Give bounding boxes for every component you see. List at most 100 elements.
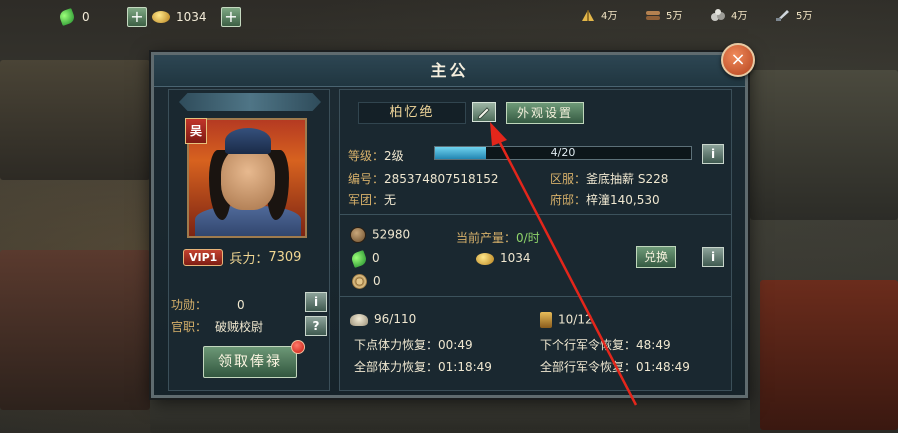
gold-ingot-icon — [476, 252, 494, 265]
gem-amount: 0 — [372, 251, 380, 265]
wealth-info-button[interactable]: i — [702, 247, 724, 267]
appearance-settings-button[interactable]: 外观设置 — [506, 102, 584, 124]
mansion-row: 府邸：梓潼140,530 — [550, 191, 660, 208]
stone-icon — [711, 8, 725, 21]
copper-row: 52980 — [350, 227, 410, 243]
legion-row: 军团：无 — [348, 191, 396, 208]
claim-salary-button[interactable]: 领取俸禄 — [203, 346, 297, 378]
level-label: 等级： — [348, 149, 385, 163]
gold-counter: 1034 — [152, 8, 207, 26]
divider — [340, 214, 731, 215]
merit-row: 功勋： 0 — [171, 296, 245, 313]
add-gold-button[interactable]: + — [221, 7, 241, 27]
office-help-button[interactable]: ? — [305, 316, 327, 336]
all-stamina-value: 01:18:49 — [438, 360, 492, 374]
gem-row: 0 — [350, 249, 380, 268]
id-label: 编号： — [348, 172, 385, 186]
iron-value: 5万 — [796, 11, 813, 22]
grain-value: 4万 — [601, 11, 618, 22]
server-value: 釜底抽薪 S228 — [586, 172, 669, 186]
xp-text: 4/20 — [550, 146, 576, 159]
stone-resource: 4万 — [710, 7, 747, 22]
all-stamina-label: 全部体力恢复： — [354, 360, 439, 374]
coil-icon — [352, 274, 367, 289]
gold-ingot-icon — [152, 11, 170, 23]
all-order-value: 01:48:49 — [636, 360, 690, 374]
iron-icon — [776, 9, 789, 21]
grain-resource: 4万 — [580, 7, 617, 22]
all-order-row: 全部行军令恢复：01:48:49 — [540, 358, 690, 375]
stamina-row: 96/110 — [350, 312, 416, 326]
xp-progress-bar: 4/20 — [434, 146, 692, 160]
march-orders-row: 10/12 — [540, 312, 593, 328]
mansion-label: 府邸： — [550, 193, 587, 207]
edit-name-button[interactable] — [472, 102, 496, 122]
background-roof — [0, 250, 150, 410]
next-stamina-value: 00:49 — [438, 338, 473, 352]
mansion-value: 梓潼140,530 — [586, 193, 660, 207]
server-row: 区服：釜底抽薪 S228 — [550, 170, 668, 187]
iron-resource: 5万 — [775, 7, 812, 22]
level-info-button[interactable]: i — [702, 144, 724, 164]
wood-icon — [646, 10, 660, 20]
background-roof — [750, 70, 898, 220]
stone-value: 4万 — [731, 11, 748, 22]
gem-counter: 0 — [58, 8, 90, 26]
gem-icon — [58, 8, 76, 26]
production-label: 当前产量： — [456, 231, 517, 245]
next-stamina-label: 下点体力恢复： — [354, 338, 439, 352]
next-order-value: 48:49 — [636, 338, 671, 352]
march-order-icon — [540, 312, 552, 328]
all-order-label: 全部行军令恢复： — [540, 360, 637, 374]
exchange-button[interactable]: 兑换 — [636, 246, 676, 268]
divider — [340, 296, 731, 297]
stamina-icon — [350, 313, 368, 326]
gold-value: 1034 — [176, 10, 207, 24]
troops-label: 兵力： — [229, 252, 269, 267]
office-label: 官职： — [171, 320, 208, 334]
panel-title: 主公 — [154, 55, 745, 87]
lord-info-panel: 主公 VIP1 兵力： 7309 功勋： 0 i 官职： 破贼校尉 ? 领取俸禄 吴 … — [151, 52, 748, 398]
details-column: 柏忆绝 外观设置 等级：2级 4/20 i 编号：285374807518152… — [339, 89, 732, 391]
copper-value: 52980 — [372, 227, 411, 242]
pencil-icon — [477, 107, 490, 120]
merit-value: 0 — [237, 298, 245, 312]
copper-coin-icon — [350, 227, 366, 243]
legion-label: 军团： — [348, 193, 385, 207]
gem-icon — [350, 249, 368, 268]
all-stamina-row: 全部体力恢复：01:18:49 — [354, 358, 492, 375]
gold-amount: 1034 — [500, 251, 531, 265]
office-row: 官职： 破贼校尉 — [171, 318, 263, 335]
faction-badge: 吴 — [185, 118, 207, 144]
resource-topbar: 0 + 1034 + 4万 5万 4万 5万 — [0, 0, 898, 34]
id-row: 编号：285374807518152 — [348, 170, 499, 187]
vip-troops-row: VIP1 兵力： 7309 — [183, 248, 301, 267]
production-value: 0/时 — [516, 231, 540, 245]
march-orders-value: 10/12 — [558, 312, 593, 327]
merit-info-button[interactable]: i — [305, 292, 327, 312]
next-order-label: 下个行军令恢复： — [540, 338, 637, 352]
add-gems-button[interactable]: + — [127, 7, 147, 27]
legion-value: 无 — [384, 193, 397, 207]
gold-row: 1034 — [476, 251, 531, 265]
wood-resource: 5万 — [645, 7, 682, 22]
merit-label: 功勋： — [171, 298, 208, 312]
level-value: 2级 — [384, 149, 404, 163]
level-row: 等级：2级 — [348, 147, 404, 164]
wood-value: 5万 — [666, 11, 683, 22]
production-row: 当前产量：0/时 — [456, 229, 540, 246]
grain-icon — [582, 9, 594, 21]
next-stamina-row: 下点体力恢复：00:49 — [354, 336, 473, 353]
gem-value: 0 — [82, 10, 90, 24]
stamina-value: 96/110 — [374, 312, 417, 326]
next-order-row: 下个行军令恢复：48:49 — [540, 336, 671, 353]
vip-badge: VIP1 — [183, 249, 224, 266]
id-value: 285374807518152 — [384, 172, 499, 186]
profile-banner — [179, 93, 321, 111]
background-roof — [0, 60, 150, 180]
troops-value: 7309 — [268, 250, 302, 265]
close-button[interactable]: × — [721, 43, 755, 77]
background-building — [760, 280, 898, 430]
background-ground — [150, 398, 750, 433]
office-value: 破贼校尉 — [215, 320, 264, 334]
